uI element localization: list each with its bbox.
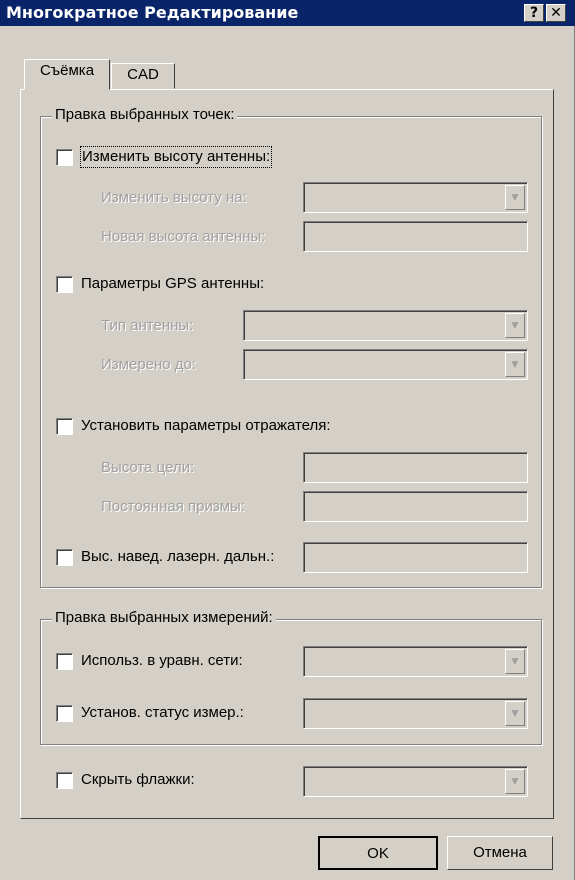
- tab-cad-label: CAD: [127, 66, 159, 83]
- new-antenna-height-label: Новая высота антенны:: [101, 228, 266, 245]
- set-status-label: Установ. статус измер.:: [81, 704, 244, 721]
- hide-flags-label: Скрыть флажки:: [81, 771, 195, 788]
- laser-height-input[interactable]: [303, 542, 528, 573]
- new-antenna-height-input[interactable]: [303, 221, 528, 252]
- use-in-adjustment-checkbox[interactable]: [56, 653, 73, 670]
- reflector-params-checkbox[interactable]: [56, 418, 73, 435]
- chevron-down-icon[interactable]: ▼: [505, 313, 525, 338]
- tab-survey[interactable]: Съёмка: [24, 59, 110, 90]
- help-button[interactable]: ?: [524, 4, 544, 22]
- antenna-type-dropdown[interactable]: ▼: [243, 310, 528, 341]
- gps-antenna-params-checkbox[interactable]: [56, 276, 73, 293]
- close-icon[interactable]: ✕: [546, 4, 566, 22]
- measurements-group-legend: Правка выбранных измерений:: [52, 609, 276, 627]
- laser-height-checkbox[interactable]: [56, 549, 73, 566]
- hide-flags-checkbox[interactable]: [56, 772, 73, 789]
- measured-to-dropdown[interactable]: ▼: [243, 349, 528, 380]
- target-height-label: Высота цели:: [101, 459, 195, 476]
- use-in-adjustment-label: Использ. в уравн. сети:: [81, 652, 243, 669]
- multi-edit-dialog: Многократное Редактирование ? ✕ Съёмка C…: [0, 0, 575, 880]
- tab-cad[interactable]: CAD: [111, 63, 175, 89]
- gps-antenna-params-label: Параметры GPS антенны:: [81, 275, 265, 292]
- ok-button[interactable]: OK: [318, 836, 438, 870]
- change-height-by-label: Изменить высоту на:: [101, 189, 247, 206]
- cancel-button-label: Отмена: [473, 844, 527, 861]
- prism-constant-label: Постоянная призмы:: [101, 498, 245, 515]
- chevron-down-icon[interactable]: ▼: [505, 185, 525, 210]
- chevron-down-icon[interactable]: ▼: [505, 701, 525, 726]
- ok-button-label: OK: [367, 845, 389, 862]
- change-height-by-dropdown[interactable]: ▼: [303, 182, 528, 213]
- chevron-down-icon[interactable]: ▼: [505, 649, 525, 674]
- hide-flags-dropdown[interactable]: ▼: [303, 766, 528, 797]
- target-height-input[interactable]: [303, 452, 528, 483]
- change-antenna-height-label: Изменить высоту антенны:: [80, 146, 273, 168]
- points-group-legend: Правка выбранных точек:: [52, 106, 238, 124]
- chevron-down-icon[interactable]: ▼: [505, 352, 525, 377]
- set-status-checkbox[interactable]: [56, 705, 73, 722]
- use-in-adjustment-dropdown[interactable]: ▼: [303, 646, 528, 677]
- prism-constant-input[interactable]: [303, 491, 528, 522]
- laser-height-label: Выс. навед. лазерн. дальн.:: [81, 548, 275, 565]
- change-antenna-height-checkbox[interactable]: [56, 149, 73, 166]
- antenna-type-label: Тип антенны:: [101, 317, 194, 334]
- cancel-button[interactable]: Отмена: [447, 836, 553, 870]
- tab-survey-label: Съёмка: [39, 62, 95, 79]
- measured-to-label: Измерено до:: [101, 356, 197, 373]
- title-bar: Многократное Редактирование ? ✕: [0, 0, 575, 26]
- window-title: Многократное Редактирование: [6, 3, 299, 22]
- chevron-down-icon[interactable]: ▼: [505, 769, 525, 794]
- set-status-dropdown[interactable]: ▼: [303, 698, 528, 729]
- reflector-params-label: Установить параметры отражателя:: [81, 417, 331, 434]
